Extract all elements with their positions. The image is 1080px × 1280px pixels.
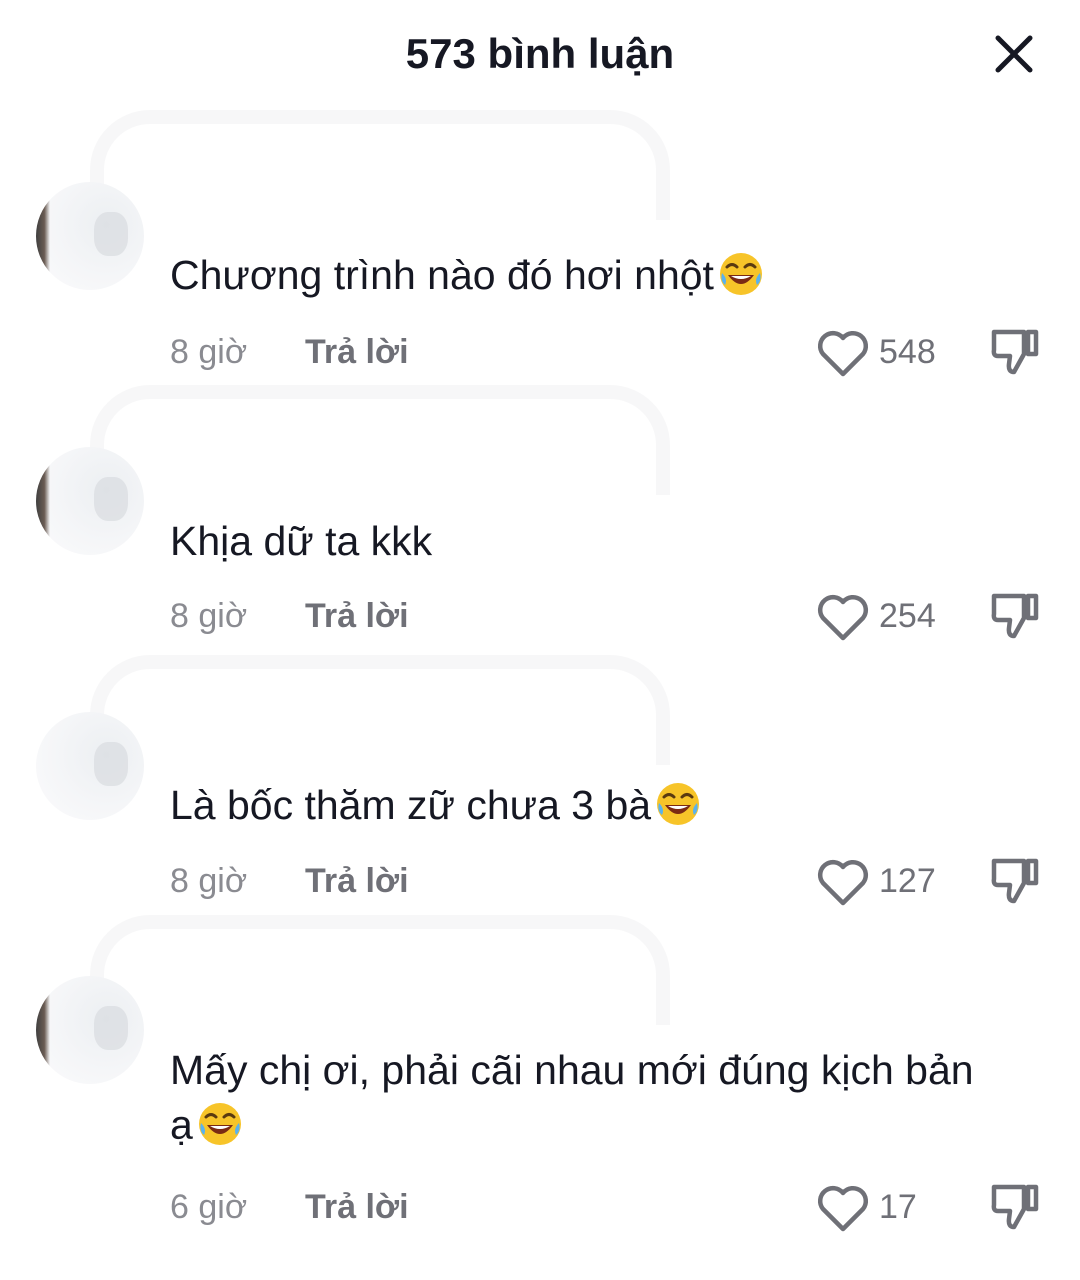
comment-text: Khịa dữ ta kkk (170, 514, 1000, 569)
laughing-tears-emoji-icon (657, 783, 700, 825)
comment-text: Chương trình nào đó hơi nhột (170, 248, 1000, 303)
thumbs-down-icon[interactable] (988, 1179, 1042, 1233)
comment-text: Mấy chị ơi, phải cãi nhau mới đúng kịch … (170, 1043, 1000, 1153)
comment-time: 8 giờ (170, 333, 248, 371)
like-count: 127 (879, 862, 936, 900)
comment-text-content: Khịa dữ ta kkk (170, 518, 433, 564)
comment-time: 8 giờ (170, 597, 248, 635)
avatar[interactable] (36, 712, 144, 820)
thumbs-down-icon[interactable] (988, 324, 1042, 378)
reply-button[interactable]: Trả lời (305, 597, 409, 636)
laughing-tears-emoji-icon (719, 253, 762, 295)
faded-background-artifact (90, 655, 670, 765)
avatar[interactable] (36, 447, 144, 555)
thumbs-down-icon[interactable] (988, 588, 1042, 642)
close-icon (995, 35, 1033, 73)
heart-icon[interactable] (816, 1183, 870, 1233)
comment-text-content: Mấy chị ơi, phải cãi nhau mới đúng kịch … (170, 1047, 974, 1148)
avatar[interactable] (36, 182, 144, 290)
comments-count-title: 573 bình luận (405, 30, 675, 77)
close-button[interactable] (988, 28, 1040, 80)
comment-time: 6 giờ (170, 1188, 248, 1226)
thumbs-down-icon[interactable] (988, 853, 1042, 907)
comment-text: Là bốc thăm zữ chưa 3 bà (170, 778, 1000, 833)
reply-button[interactable]: Trả lời (305, 333, 409, 372)
laughing-tears-emoji-icon (198, 1103, 241, 1145)
comment-text-content: Chương trình nào đó hơi nhột (170, 252, 714, 298)
comment-time: 8 giờ (170, 862, 248, 900)
comment-text-content: Là bốc thăm zữ chưa 3 bà (170, 782, 652, 828)
heart-icon[interactable] (816, 592, 870, 642)
heart-icon[interactable] (816, 328, 870, 378)
faded-background-artifact (90, 385, 670, 495)
reply-button[interactable]: Trả lời (305, 1188, 409, 1227)
like-count: 548 (879, 333, 936, 371)
like-count: 17 (879, 1188, 917, 1226)
like-count: 254 (879, 597, 936, 635)
reply-button[interactable]: Trả lời (305, 862, 409, 901)
comments-header: 573 bình luận (0, 0, 1080, 115)
faded-background-artifact (90, 110, 670, 220)
avatar[interactable] (36, 976, 144, 1084)
faded-background-artifact (90, 915, 670, 1025)
heart-icon[interactable] (816, 857, 870, 907)
